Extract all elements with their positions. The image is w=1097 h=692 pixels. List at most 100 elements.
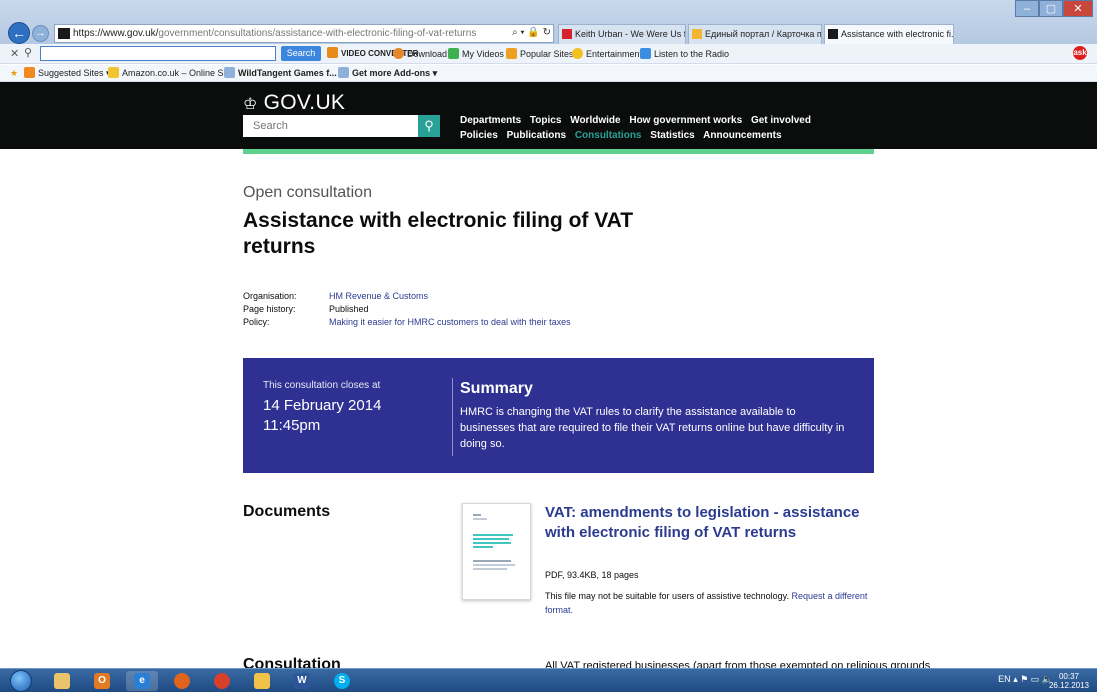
- toolbar-search-button[interactable]: Search: [281, 46, 321, 61]
- tab-label: Assistance with electronic fi...: [841, 29, 954, 39]
- tab-youtube[interactable]: Keith Urban - We Were Us ft. ...: [558, 24, 686, 44]
- summary-text: HMRC is changing the VAT rules to clarif…: [460, 406, 845, 450]
- fav-wildtangent[interactable]: WildTangent Games f... ▾: [224, 67, 344, 80]
- meta-page-history: Page history: Published: [243, 303, 369, 316]
- crown-icon: ♔: [243, 96, 258, 113]
- suggested-sites-icon: [24, 67, 35, 78]
- nav-worldwide[interactable]: Worldwide: [570, 115, 620, 126]
- nav-topics[interactable]: Topics: [530, 115, 561, 126]
- address-bar-icons[interactable]: ⌕ ▾ 🔒 ↻: [512, 24, 551, 41]
- nav-how-government-works[interactable]: How government works: [629, 115, 742, 126]
- language-indicator: EN: [998, 674, 1011, 684]
- video-icon: [448, 48, 459, 59]
- thumb-line: [473, 514, 481, 516]
- close-toolbar-icon[interactable]: ✕: [10, 47, 19, 60]
- organisation-link[interactable]: HM Revenue & Customs: [329, 291, 428, 301]
- toolbar-entertainment[interactable]: Entertainment: [572, 47, 642, 61]
- nav-policies[interactable]: Policies: [460, 130, 498, 141]
- toolbar-download[interactable]: Download: [393, 47, 447, 61]
- amazon-icon: [108, 67, 119, 78]
- govuk-search-input[interactable]: [243, 115, 418, 137]
- govuk-header: ♔GOV.UK ⚲ Departments Topics Worldwide H…: [0, 82, 1097, 149]
- tab-label: Keith Urban - We Were Us ft. ...: [575, 29, 686, 39]
- gov-favicon-icon: [828, 29, 838, 39]
- nav-consultations[interactable]: Consultations: [575, 130, 642, 141]
- taskbar-firefox[interactable]: [166, 671, 198, 691]
- fav-suggested-sites[interactable]: Suggested Sites ▾: [24, 67, 111, 80]
- thumb-line: [473, 568, 507, 570]
- clock-date: 26.12.2013: [1048, 681, 1089, 690]
- back-icon[interactable]: ←: [8, 22, 30, 44]
- forward-icon[interactable]: →: [32, 25, 49, 42]
- toolbar-popular-sites[interactable]: Popular Sites: [506, 47, 574, 61]
- summary-heading: Summary: [460, 380, 533, 397]
- nav-publications[interactable]: Publications: [507, 130, 566, 141]
- start-button-icon[interactable]: [10, 670, 32, 692]
- document-accessibility-note: This file may not be suitable for users …: [545, 589, 875, 617]
- closes-label: This consultation closes at: [263, 380, 381, 391]
- maximize-icon[interactable]: ▢: [1039, 0, 1063, 17]
- chrome-icon: [214, 673, 230, 689]
- folder-icon: [54, 673, 70, 689]
- taskbar-app[interactable]: [246, 671, 278, 691]
- meta-policy: Policy: Making it easier for HMRC custome…: [243, 316, 571, 329]
- word-icon: W: [294, 673, 310, 689]
- taskbar-word[interactable]: W: [286, 671, 318, 691]
- taskbar-explorer[interactable]: [46, 671, 78, 691]
- url-prefix: https://www.gov.uk/: [73, 28, 159, 39]
- document-title-link[interactable]: VAT: amendments to legislation - assista…: [545, 503, 865, 543]
- documents-heading: Documents: [243, 503, 331, 520]
- meta-label: Policy:: [243, 317, 270, 327]
- consultation-summary-panel: This consultation closes at 14 February …: [243, 358, 874, 473]
- close-window-icon[interactable]: ✕: [1063, 0, 1093, 17]
- popular-sites-icon: [506, 48, 517, 59]
- taskbar-outlook[interactable]: O: [86, 671, 118, 691]
- thumb-line: [473, 546, 493, 548]
- taskbar-skype[interactable]: S: [326, 671, 358, 691]
- tab-label: Единый портал / Карточка пр...: [705, 29, 822, 39]
- panel-divider: [452, 378, 453, 456]
- star-icon: [572, 48, 583, 59]
- addon-toolbar: ✕ ⚲ Search VIDEO CONVERTER Download My V…: [0, 44, 1097, 64]
- document-info: PDF, 93.4KB, 18 pages: [545, 570, 639, 580]
- minimize-icon[interactable]: –: [1015, 0, 1039, 17]
- address-row: ← → https://www.gov.uk/government/consul…: [0, 20, 1097, 58]
- url-path: government/consultations/assistance-with…: [158, 28, 477, 39]
- outlook-icon: O: [94, 673, 110, 689]
- clock[interactable]: 00:37 26.12.2013: [1049, 672, 1089, 690]
- taskbar-ie[interactable]: e: [126, 671, 158, 691]
- toolbar-radio[interactable]: Listen to the Radio: [640, 47, 729, 61]
- thumb-line: [473, 542, 511, 544]
- nav-departments[interactable]: Departments: [460, 115, 521, 126]
- nav-statistics[interactable]: Statistics: [650, 130, 694, 141]
- system-tray[interactable]: EN ▴ ⚑ ▭ 🔈: [998, 674, 1053, 685]
- accessibility-note-text: This file may not be suitable for users …: [545, 591, 789, 601]
- site-favicon-icon: [58, 28, 70, 39]
- ask-icon[interactable]: ask: [1073, 46, 1087, 60]
- thumb-line: [473, 518, 487, 520]
- address-bar[interactable]: https://www.gov.uk/government/consultati…: [54, 24, 554, 43]
- policy-link[interactable]: Making it easier for HMRC customers to d…: [329, 317, 571, 327]
- fav-amazon[interactable]: Amazon.co.uk – Online S...: [108, 67, 231, 80]
- ie-page-icon: [338, 67, 349, 78]
- document-thumbnail[interactable]: [462, 503, 531, 600]
- section-accent-bar: [243, 149, 874, 154]
- page-kicker: Open consultation: [243, 184, 372, 201]
- nav-get-involved[interactable]: Get involved: [751, 115, 811, 126]
- tab-gov-uk[interactable]: Assistance with electronic fi...: [824, 24, 954, 44]
- taskbar-chrome[interactable]: [206, 671, 238, 691]
- tab-portal[interactable]: Единый портал / Карточка пр...: [688, 24, 822, 44]
- nav-announcements[interactable]: Announcements: [703, 130, 781, 141]
- toolbar-my-videos[interactable]: My Videos: [448, 47, 504, 61]
- browser-titlebar: – ▢ ✕ ← → https://www.gov.uk/government/…: [0, 0, 1097, 58]
- thumb-line: [473, 538, 509, 540]
- toolbar-search-input[interactable]: [40, 46, 276, 61]
- search-icon[interactable]: ⚲: [418, 115, 440, 137]
- page-title: Assistance with electronic filing of VAT…: [243, 209, 634, 258]
- favorites-bar: ★ Suggested Sites ▾ Amazon.co.uk – Onlin…: [0, 65, 1097, 82]
- windows-taskbar: O e W S EN ▴ ⚑ ▭ 🔈 00:37 26.12.2013: [0, 668, 1097, 692]
- thumb-line: [473, 534, 513, 536]
- fav-addons[interactable]: Get more Add-ons ▾: [338, 67, 437, 80]
- govuk-logo[interactable]: ♔ GOV.UK: [243, 92, 345, 116]
- favorites-star-icon[interactable]: ★: [10, 67, 18, 80]
